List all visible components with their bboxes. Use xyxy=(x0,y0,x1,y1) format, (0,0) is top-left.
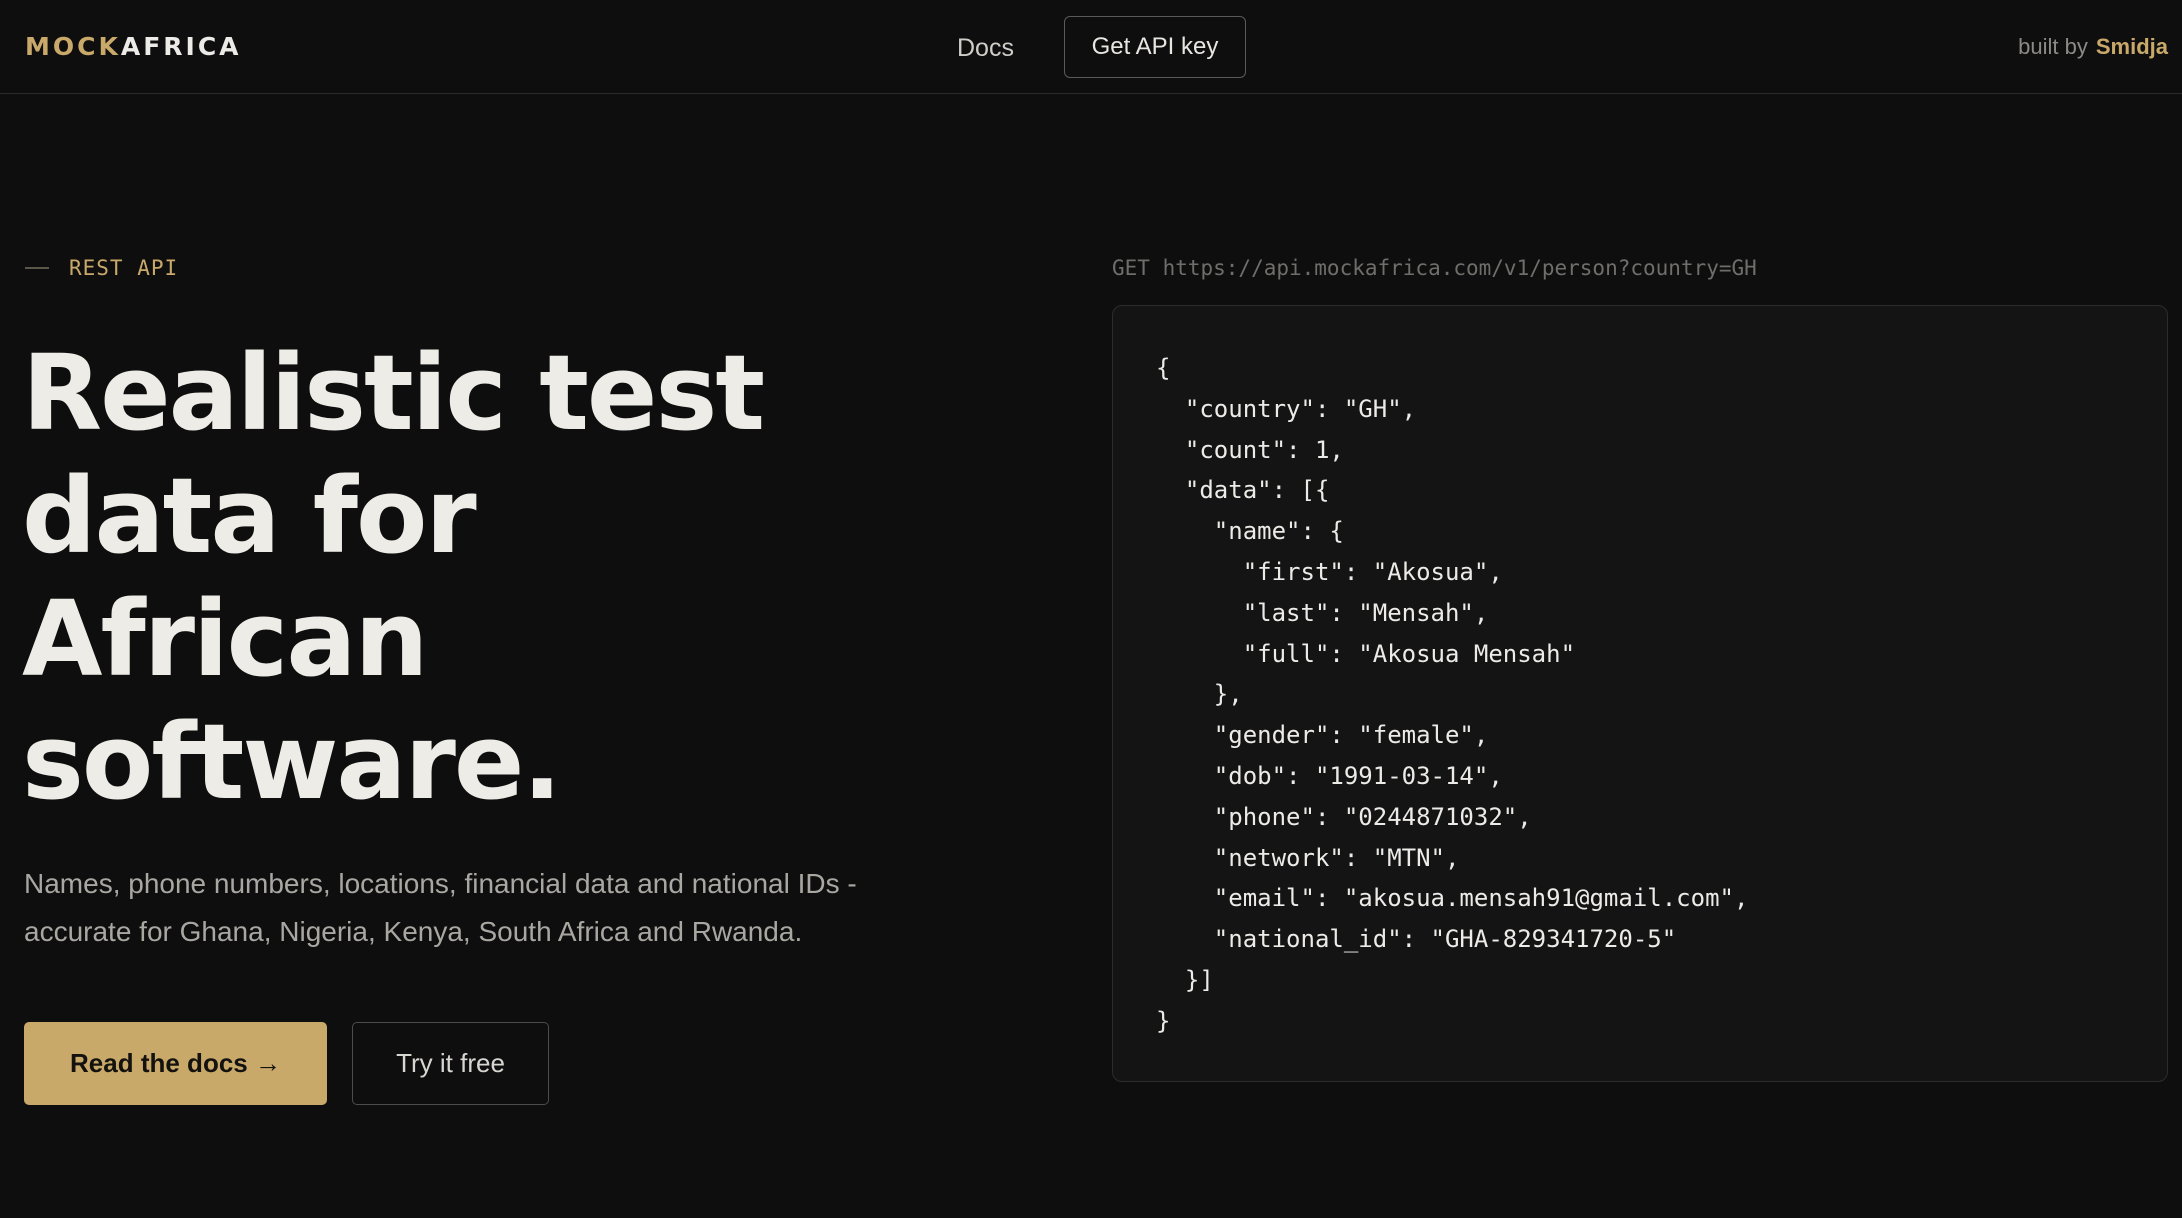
built-by-link[interactable]: Smidja xyxy=(2096,34,2168,59)
headline-line: data for xyxy=(22,455,477,577)
hero-subtext: Names, phone numbers, locations, financi… xyxy=(24,860,984,956)
hero-headline: Realistic test data for African software… xyxy=(22,332,922,824)
code-panel: { "country": "GH", "count": 1, "data": [… xyxy=(1112,305,2168,1082)
headline-line: Realistic test xyxy=(22,332,765,454)
json-response: { "country": "GH", "count": 1, "data": [… xyxy=(1156,354,1749,1035)
headline-line: African xyxy=(22,578,429,700)
built-by: built by Smidja xyxy=(2018,30,2168,64)
logo-mock: MOCK xyxy=(25,32,121,61)
eyebrow-label: REST API xyxy=(69,256,179,280)
try-free-button[interactable]: Try it free xyxy=(352,1022,549,1105)
api-endpoint: GET https://api.mockafrica.com/v1/person… xyxy=(1112,256,1757,280)
get-api-key-button[interactable]: Get API key xyxy=(1064,16,1246,78)
logo-africa: AFRICA xyxy=(120,32,242,61)
eyebrow: REST API xyxy=(25,256,178,280)
logo[interactable]: MOCKAFRICA xyxy=(25,31,242,63)
site-header: MOCKAFRICA Docs Get API key built by Smid… xyxy=(0,0,2182,94)
headline-line: software. xyxy=(22,701,562,823)
read-docs-button[interactable]: Read the docs → xyxy=(24,1022,327,1105)
subtext-line: Names, phone numbers, locations, financi… xyxy=(24,868,857,899)
eyebrow-dash xyxy=(25,267,49,269)
built-by-label: built by xyxy=(2018,34,2088,59)
nav-docs-link[interactable]: Docs xyxy=(957,30,1014,66)
subtext-line: accurate for Ghana, Nigeria, Kenya, Sout… xyxy=(24,916,803,947)
